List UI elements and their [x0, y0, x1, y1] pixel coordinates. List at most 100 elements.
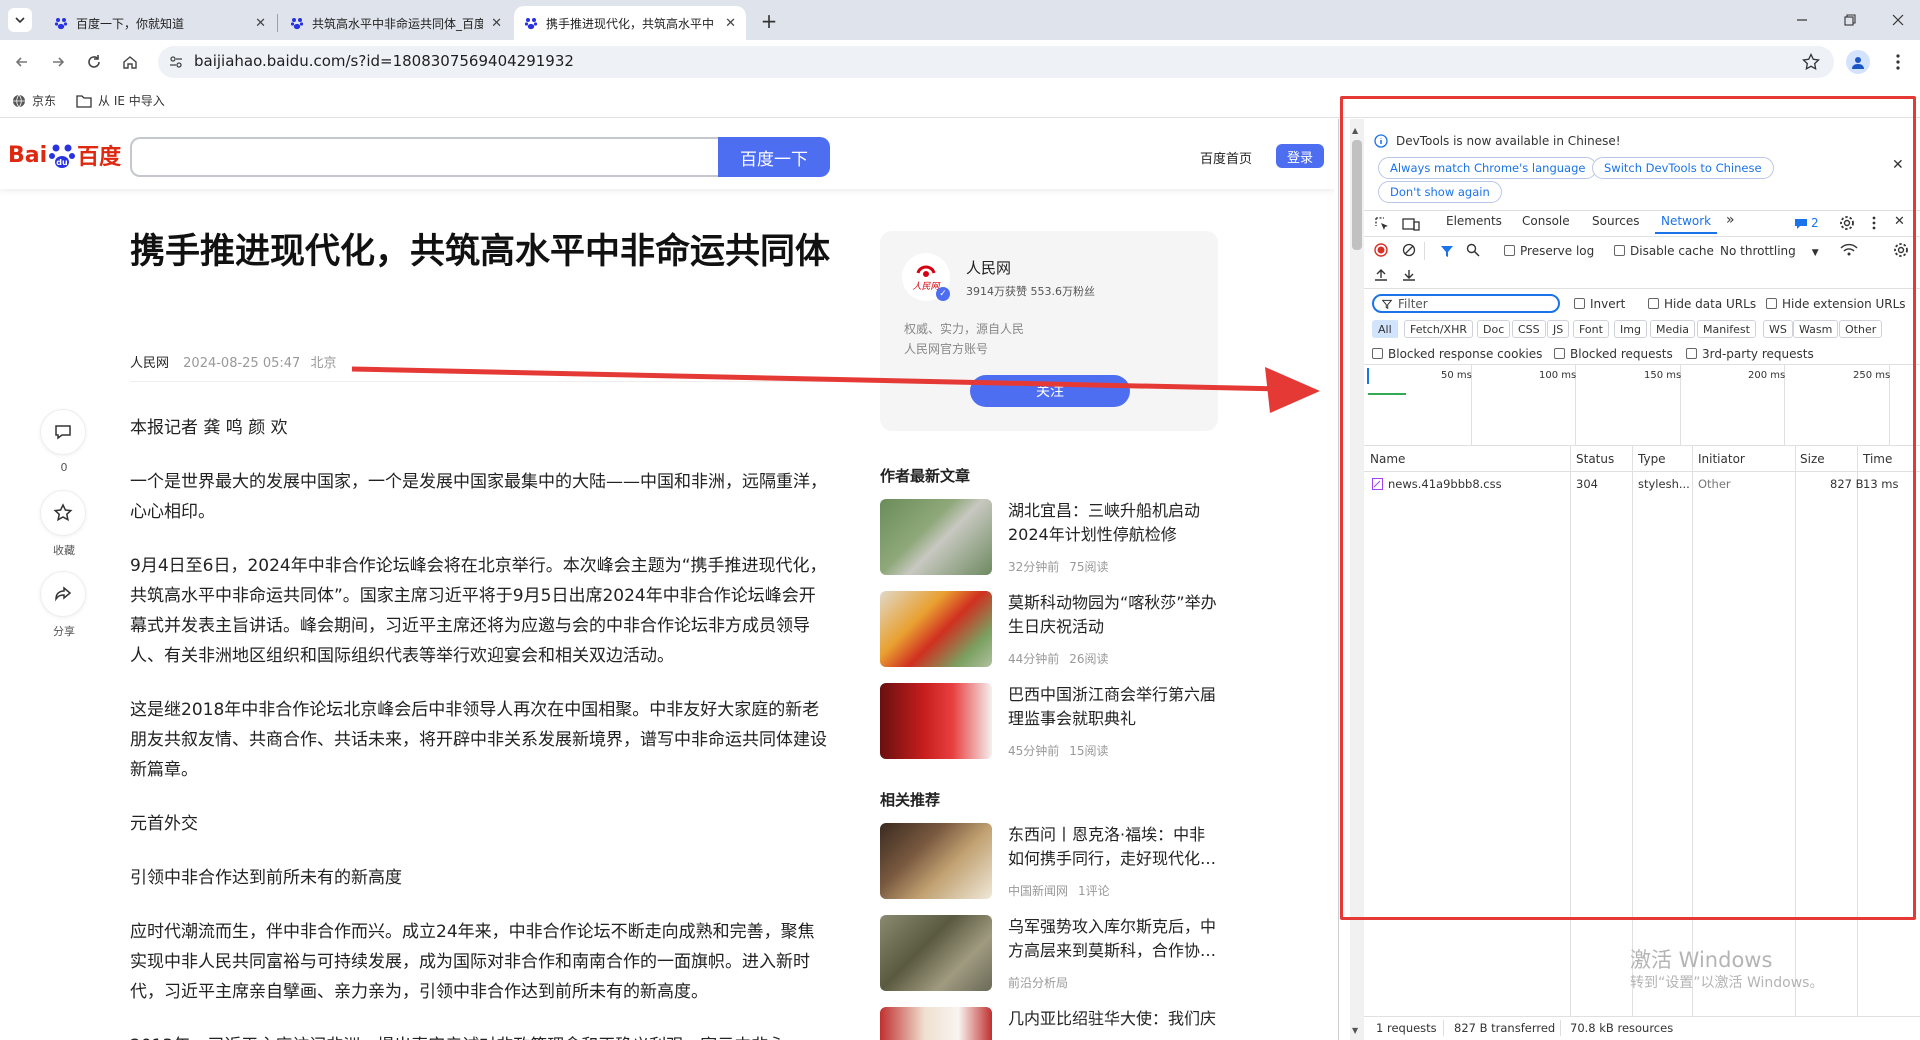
news-thumbnail[interactable] [880, 1007, 992, 1040]
author-desc: 权威、实力，源自人民 人民网官方账号 [904, 319, 1024, 359]
news-title[interactable]: 东西问丨恩克洛·福埃：中非如何携手同行，走好现代化… [1008, 823, 1220, 871]
requests-count: 1 requests [1376, 1021, 1437, 1035]
comment-count: 0 [60, 461, 68, 474]
arrow-right-icon [53, 57, 65, 67]
article-source[interactable]: 人民网 [130, 356, 169, 371]
news-thumbnail[interactable] [880, 591, 992, 667]
article-paragraph: 引领中非合作达到前所未有的新高度 [130, 868, 402, 888]
logo-bai: Bai [8, 142, 48, 168]
share-action[interactable]: 分享 [40, 571, 88, 639]
author-stats: 3914万获赞 553.6万粉丝 [966, 285, 1095, 298]
bookmark-ie-import[interactable]: 从 IE 中导入 [76, 92, 165, 109]
windows-activation-hint: 转到“设置”以激活 Windows。 [1630, 975, 1824, 991]
news-source: 前沿分析局 [1008, 976, 1069, 990]
article-meta: 人民网 2024-08-25 05:47 北京 [130, 352, 342, 371]
latest-heading: 作者最新文章 [880, 467, 971, 485]
resources-size: 70.8 kB resources [1570, 1021, 1674, 1035]
tab-search-button[interactable] [8, 8, 32, 32]
close-icon[interactable]: ✕ [255, 16, 266, 31]
article-paragraph: 9月4日至6日，2024年中非合作论坛峰会将在北京举行。本次峰会主题为“携手推进… [130, 556, 827, 666]
article-paragraph: 2013年，习近平主席访问非洲，提出真实亲诚对非政策理念和正确义利观，宣示中非永 [130, 1031, 830, 1040]
news-title[interactable]: 乌军强势攻入库尔斯克后，中方高层来到莫斯科，合作协… [1008, 915, 1220, 963]
author-desc-line: 权威、实力，源自人民 [904, 322, 1025, 336]
share-label: 分享 [53, 625, 75, 638]
forward-button[interactable] [44, 48, 72, 76]
arrow-left-icon [15, 57, 27, 67]
news-thumbnail[interactable] [880, 499, 992, 575]
baidu-home-link[interactable]: 百度首页 [1200, 148, 1252, 167]
news-reads: 26阅读 [1069, 652, 1109, 666]
news-title[interactable]: 湖北宜昌：三峡升船机启动2024年计划性停航检修 [1008, 499, 1220, 547]
baidu-logo[interactable]: Bai du 百度 [8, 139, 121, 171]
home-icon [123, 56, 137, 69]
site-info-icon[interactable] [168, 54, 184, 70]
news-title[interactable]: 莫斯科动物园为“喀秋莎”举办生日庆祝活动 [1008, 591, 1220, 639]
comment-action[interactable]: 0 [40, 409, 88, 474]
home-button[interactable] [116, 48, 144, 76]
news-meta: 44分钟前 26阅读 [1008, 650, 1119, 667]
scroll-down-arrow[interactable]: ▼ [1352, 1026, 1358, 1035]
search-input[interactable] [130, 137, 720, 177]
favorite-label: 收藏 [53, 544, 75, 557]
news-meta: 前沿分析局 [1008, 974, 1078, 991]
share-button[interactable] [40, 571, 86, 617]
news-title[interactable]: 几内亚比绍驻华大使：我们庆 [1008, 1007, 1220, 1031]
news-time: 32分钟前 [1008, 560, 1060, 574]
divider [1560, 1020, 1561, 1036]
article-paragraph: 这是继2018年中非合作论坛北京峰会后中非领导人再次在中国相聚。中非友好大家庭的… [130, 700, 827, 780]
comment-button[interactable] [40, 409, 86, 455]
favorite-action[interactable]: 收藏 [40, 490, 88, 558]
chevron-down-icon [15, 17, 25, 24]
new-tab-button[interactable]: + [756, 8, 782, 34]
profile-avatar[interactable] [1846, 50, 1870, 74]
verified-badge: ✓ [936, 287, 950, 301]
baidu-paw-icon [290, 18, 304, 30]
favorite-button[interactable] [40, 490, 86, 536]
restore-button[interactable] [1826, 0, 1874, 40]
baidu-paw-icon: du [49, 144, 76, 168]
back-button[interactable] [8, 48, 36, 76]
article-datetime: 2024-08-25 05:47 [183, 356, 301, 371]
close-icon [1892, 14, 1904, 26]
annotation-highlight-box [1340, 96, 1916, 920]
minimize-button[interactable] [1778, 0, 1826, 40]
window-close-button[interactable] [1874, 0, 1920, 40]
baidu-paw-icon [524, 18, 538, 30]
news-thumbnail[interactable] [880, 823, 992, 899]
author-name[interactable]: 人民网 [966, 257, 1011, 278]
bookmark-jd[interactable]: 京东 [12, 92, 56, 109]
tab-article[interactable]: 携手推进现代化，共筑高水平中 ✕ [514, 6, 746, 40]
tab-label: 百度一下，你就知道 [76, 16, 185, 31]
search-button[interactable]: 百度一下 [718, 137, 830, 177]
browser-menu-button[interactable] [1888, 50, 1908, 74]
logo-baidu: 百度 [77, 145, 122, 170]
reload-button[interactable] [80, 48, 108, 76]
annotation-arrow [351, 366, 1320, 413]
bookmark-label: 京东 [32, 94, 57, 108]
login-button[interactable]: 登录 [1276, 144, 1324, 168]
news-meta: 32分钟前 75阅读 [1008, 558, 1119, 575]
tab-label: 携手推进现代化，共筑高水平中 [546, 16, 715, 31]
url-text[interactable]: baijiahao.baidu.com/s?id=180830756940429… [194, 52, 574, 70]
logo-du: du [56, 158, 68, 167]
related-heading: 相关推荐 [880, 791, 941, 809]
news-thumbnail[interactable] [880, 915, 992, 991]
page-viewport: Bai du 百度 百度一下 百度首页 登录 携手推进现代化，共筑高水平中非命运… [0, 119, 1335, 1040]
news-reads: 75阅读 [1069, 560, 1109, 574]
news-title[interactable]: 巴西中国浙江商会举行第六届理监事会就职典礼 [1008, 683, 1220, 731]
news-comments: 1评论 [1078, 884, 1110, 898]
news-thumbnail[interactable] [880, 683, 992, 759]
star-icon[interactable] [1802, 53, 1820, 71]
article-title: 携手推进现代化，共筑高水平中非命运共同体 [130, 232, 831, 272]
tab-label: 共筑高水平中非命运共同体_百度 [312, 16, 484, 31]
article-paragraph: 应时代潮流而生，伴中非合作而兴。成立24年来，中非合作论坛不断走向成熟和完善，聚… [130, 922, 815, 1002]
close-icon[interactable]: ✕ [725, 16, 736, 31]
divider [1443, 1020, 1444, 1036]
transferred-size: 827 B transferred [1454, 1021, 1556, 1035]
close-icon[interactable]: ✕ [491, 16, 502, 31]
tab-baidu-home[interactable]: 百度一下，你就知道 ✕ [44, 6, 276, 40]
kebab-menu-icon [1896, 54, 1900, 70]
people-daily-logo-icon [916, 265, 936, 277]
tab-search-results[interactable]: 共筑高水平中非命运共同体_百度 ✕ [280, 6, 512, 40]
folder-icon [76, 94, 92, 108]
